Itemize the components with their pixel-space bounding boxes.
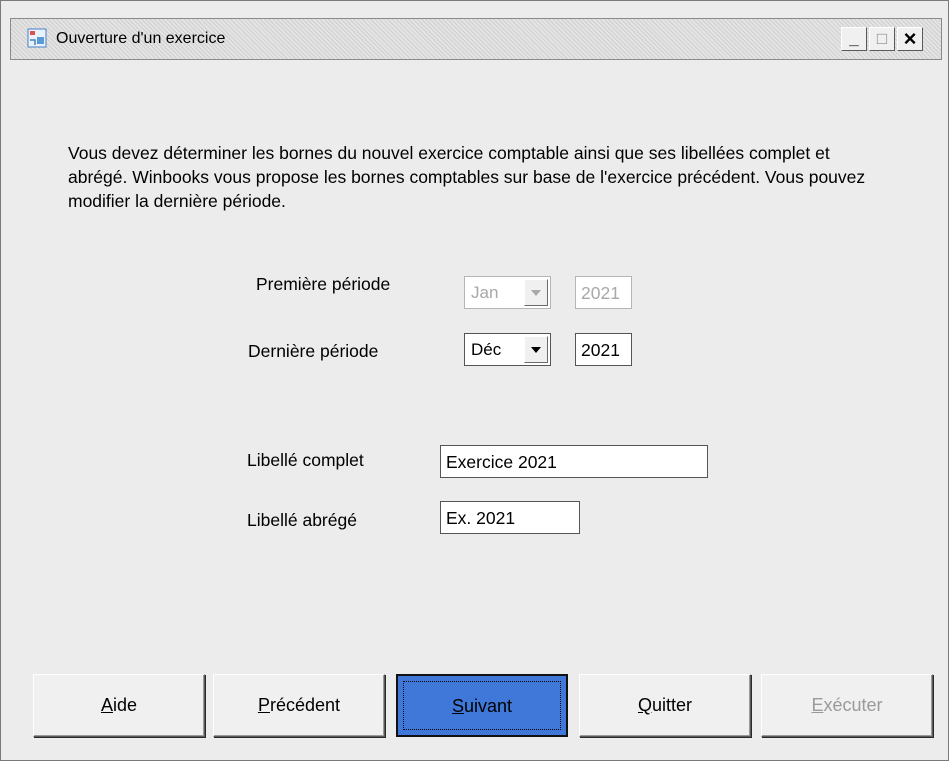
quit-button[interactable]: Quitter [579, 674, 751, 737]
last-period-month-select[interactable]: Déc [464, 333, 551, 366]
first-period-label: Première période [256, 274, 391, 294]
execute-mnemonic: E [811, 695, 824, 715]
execute-label: xécuter [823, 695, 883, 715]
chevron-down-icon[interactable] [524, 336, 548, 363]
intro-text: Vous devez déterminer les bornes du nouv… [68, 143, 866, 211]
help-mnemonic: A [100, 695, 113, 715]
first-period-year-field: 2021 [575, 276, 632, 309]
last-period-label: Dernière période [248, 341, 379, 361]
next-label: uivant [463, 696, 513, 716]
chevron-down-icon [524, 279, 548, 306]
previous-button[interactable]: Précédent [213, 674, 385, 737]
previous-label: récédent [269, 695, 341, 715]
minimize-button[interactable]: _ [841, 27, 867, 51]
maximize-button[interactable]: □ [869, 27, 895, 51]
close-button[interactable]: × [897, 27, 923, 51]
quit-label: uitter [651, 695, 693, 715]
quit-mnemonic: Q [637, 695, 652, 715]
execute-button[interactable]: Exécuter [761, 674, 933, 737]
next-button[interactable]: Suivant [396, 674, 568, 737]
short-label-input[interactable]: Ex. 2021 [440, 501, 580, 534]
help-label: ide [112, 695, 138, 715]
dialog-window: Ouverture d'un exercice _ □ × Vous devez… [0, 0, 949, 761]
title-bar[interactable]: Ouverture d'un exercice _ □ × [10, 18, 942, 60]
help-button[interactable]: Aide [33, 674, 205, 737]
short-label-label: Libellé abrégé [247, 510, 357, 530]
window-title: Ouverture d'un exercice [56, 30, 226, 47]
full-label-label: Libellé complet [247, 450, 364, 470]
full-label-input[interactable]: Exercice 2021 [440, 445, 708, 478]
next-mnemonic: S [451, 696, 464, 716]
last-period-month-value: Déc [471, 340, 502, 359]
first-period-month-value: Jan [471, 283, 499, 302]
first-period-month-select: Jan [464, 276, 551, 309]
focus-rect: Suivant [403, 681, 561, 730]
previous-mnemonic: P [257, 695, 270, 715]
app-icon [27, 28, 47, 48]
last-period-year-field[interactable]: 2021 [575, 333, 632, 366]
